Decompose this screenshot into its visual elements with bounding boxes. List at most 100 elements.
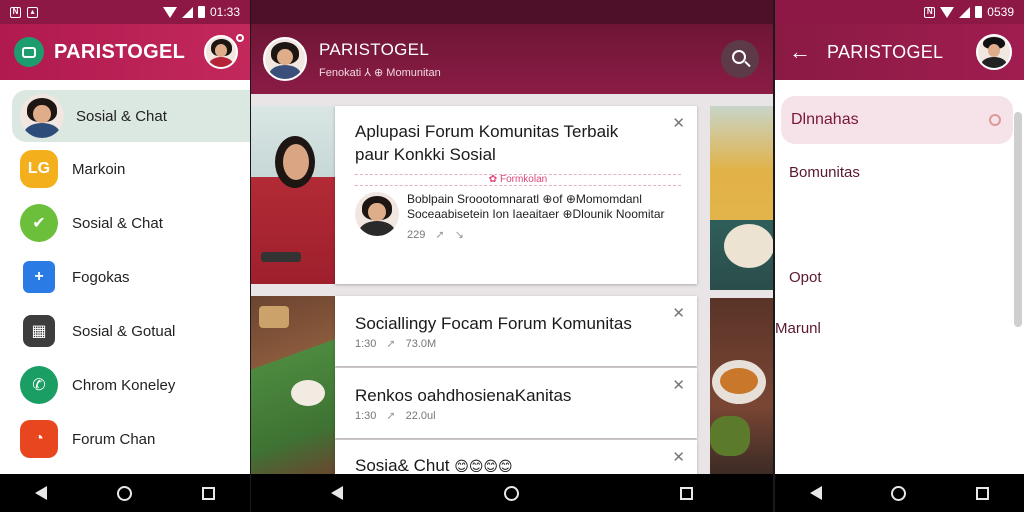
status-time: 01:33 [209, 5, 240, 19]
notification-dot-icon [236, 34, 244, 42]
menu-item-label: Sosial & Chat [76, 107, 167, 125]
back-icon[interactable] [35, 486, 47, 500]
left-screen: N ▴ 01:33 PARISTOGEL Sosial & Chat LG Ma… [0, 0, 250, 512]
feed-card[interactable]: ✕ Renkos oahdhosienaKanitas 1:30 ➚ 22.0u… [335, 368, 697, 438]
menu-item-marunl[interactable]: Marunl [775, 320, 821, 337]
status-bar: N ▴ 01:33 [0, 0, 250, 24]
app-title: PARISTOGEL [54, 40, 186, 63]
divider-label: ✿ Formkolan [488, 174, 548, 185]
status-time: 0539 [987, 5, 1014, 19]
feed-card[interactable]: ✕ Sociallingy Focam Forum Komunitas 1:30… [335, 296, 697, 366]
search-icon[interactable] [989, 114, 1001, 126]
menu-item-markoin[interactable]: LG Markoin [0, 142, 250, 196]
signal-icon [959, 6, 971, 18]
side-menu: Sosial & Chat LG Markoin ✔ Sosial & Chat… [0, 86, 250, 466]
app-bar: PARISTOGEL [0, 24, 250, 80]
home-icon[interactable] [117, 485, 132, 501]
view-count: 22.0ul [405, 409, 436, 422]
share-icon[interactable]: ➚ [435, 228, 444, 241]
menu-item-sosial-gotual[interactable]: ▦ Sosial & Gotual [0, 304, 250, 358]
grid-icon: ▦ [23, 315, 55, 347]
app-subtitle: Fenokati ⅄ ⊕ Momunitan [319, 66, 441, 79]
home-icon[interactable] [891, 485, 907, 501]
close-icon[interactable]: ✕ [672, 114, 685, 132]
home-icon[interactable] [503, 485, 519, 501]
user-avatar[interactable] [263, 37, 307, 81]
status-bar [251, 0, 773, 24]
menu-item-forum-chan[interactable]: ◔ Forum Chan [0, 412, 250, 466]
drink-photo [710, 106, 773, 290]
post-time: 1:30 [355, 409, 377, 422]
navigation-bar [0, 474, 250, 512]
app-title: PARISTOGEL [827, 41, 944, 62]
user-avatar[interactable] [204, 35, 238, 69]
forum-icon: ◔ [20, 420, 58, 458]
plus-chat-icon: + [23, 261, 55, 293]
app-logo-icon [14, 37, 44, 67]
post-time: 1:30 [355, 337, 377, 350]
lg-app-icon: LG [20, 150, 58, 188]
status-bar: N 0539 [775, 0, 1024, 24]
back-icon[interactable] [331, 486, 344, 500]
card-title-text: Sosia& Chut [355, 456, 450, 475]
menu-item-label: Markoin [72, 160, 126, 178]
back-arrow-icon[interactable]: ← [789, 39, 811, 65]
share-icon[interactable]: ➚ [386, 409, 395, 422]
search-field[interactable]: Dlnnahas [781, 96, 1013, 144]
post-time: 229 [407, 228, 426, 241]
wifi-icon [940, 6, 955, 18]
recents-icon[interactable] [679, 486, 693, 500]
search-value: Dlnnahas [791, 111, 859, 128]
menu-item-sosial-chat[interactable]: Sosial & Chat [12, 90, 250, 142]
close-icon[interactable]: ✕ [672, 448, 685, 466]
notification-n-icon: N [10, 6, 21, 18]
app-bar: ← PARISTOGEL [775, 24, 1024, 80]
table-photo [251, 296, 335, 476]
navigation-bar [251, 474, 773, 512]
signal-icon [181, 6, 193, 18]
right-screen: N 0539 ← PARISTOGEL Dlnnahas Bomunitas O… [775, 0, 1024, 512]
app-title: PARISTOGEL [319, 39, 430, 59]
menu-item-bomunitas[interactable]: Bomunitas [789, 164, 860, 181]
phone-icon: ✆ [20, 366, 58, 404]
menu-item-label: Fogokas [72, 268, 130, 286]
battery-icon [975, 6, 983, 18]
middle-screen: PARISTOGEL Fenokati ⅄ ⊕ Momunitan ✕ Aplu… [251, 0, 773, 512]
feed-card[interactable]: ✕ Aplupasi Forum Komunitas Terbaik paur … [335, 106, 697, 284]
close-icon[interactable]: ✕ [672, 304, 685, 322]
menu-item-opot[interactable]: Opot [789, 269, 822, 286]
menu-item-sosial-chat-2[interactable]: ✔ Sosial & Chat [0, 196, 250, 250]
card-title: Sociallingy Focam Forum Komunitas [355, 314, 632, 333]
menu-item-label: Sosial & Gotual [72, 322, 176, 340]
menu-item-label: Forum Chan [72, 430, 156, 448]
check-leaf-icon: ✔ [20, 204, 58, 242]
reply-icon[interactable]: ↘ [455, 228, 464, 241]
recents-icon[interactable] [976, 486, 990, 500]
search-icon[interactable] [721, 40, 759, 78]
navigation-bar [775, 474, 1024, 512]
woman-photo [251, 106, 335, 284]
scrollbar[interactable] [1014, 112, 1022, 327]
notification-n-icon: N [924, 6, 936, 18]
battery-icon [197, 6, 205, 18]
commenter-avatar[interactable] [355, 192, 399, 236]
menu-item-label: Sosial & Chat [72, 214, 163, 232]
comment-text: Boblpain Sroootomnaratl ⊕of ⊕Momomdanl S… [407, 192, 665, 221]
back-icon[interactable] [809, 486, 822, 500]
share-icon[interactable]: ➚ [386, 337, 395, 350]
menu-item-fogokas[interactable]: + Fogokas [0, 250, 250, 304]
notification-image-icon: ▴ [27, 6, 38, 18]
comment: Boblpain Sroootomnaratl ⊕of ⊕Momomdanl S… [355, 192, 681, 241]
menu-item-chrom-koneley[interactable]: ✆ Chrom Koneley [0, 358, 250, 412]
user-avatar[interactable] [976, 34, 1012, 70]
decorative-divider: ✿ Formkolan [355, 174, 681, 186]
emoji-row: 😊😊😊😊 [454, 458, 513, 474]
card-meta: 1:30 ➚ 73.0M [355, 337, 681, 351]
close-icon[interactable]: ✕ [672, 376, 685, 394]
profile-avatar [20, 94, 64, 138]
recents-icon[interactable] [202, 486, 215, 500]
view-count: 73.0M [405, 337, 437, 350]
food-photo [710, 298, 773, 476]
menu-item-label: Chrom Koneley [72, 376, 176, 394]
card-title: Aplupasi Forum Komunitas Terbaik paur Ko… [355, 122, 619, 164]
